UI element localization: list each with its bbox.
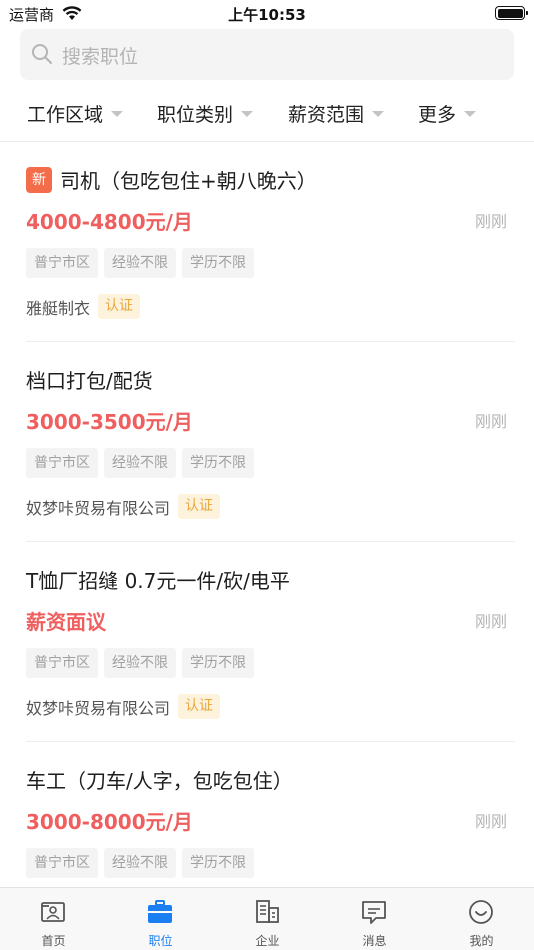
job-company: 奴梦咔贸易有限公司 认证 [26,494,221,519]
job-title-text: 车工（刀车/人字，包吃包住） [26,769,293,793]
tab-profile[interactable]: 我的 [428,888,534,950]
profile-icon [469,900,493,924]
job-salary: 薪资面议 [26,610,106,634]
new-badge: 新 [26,166,52,193]
job-tags: 普宁市区 经验不限 学历不限 [26,248,260,278]
job-salary: 4000-4800元/月 [26,210,193,234]
job-salary: 3000-8000元/月 [26,810,193,834]
job-title-text: 档口打包/配货 [26,369,153,393]
status-bar: 运营商 上午10:53 [0,0,534,28]
company-name: 奴梦咔贸易有限公司 [26,498,171,518]
briefcase-icon [148,900,172,923]
job-posted-time: 刚刚 [474,412,507,431]
tab-label: 首页 [41,934,66,948]
company-name: 雅艇制衣 [26,298,91,318]
tab-label: 企业 [255,934,280,948]
tab-label: 我的 [469,934,494,948]
job-tag-education: 学历不限 [182,648,254,678]
job-tags: 普宁市区 经验不限 学历不限 [26,848,260,878]
job-tags: 普宁市区 经验不限 学历不限 [26,448,260,478]
tab-label: 消息 [362,934,387,948]
job-title: 档口打包/配货 [26,365,153,394]
filter-salary-range[interactable]: 薪资范围 [288,100,385,127]
tab-bar: 首页 职位 企业 消息 我的 [0,887,534,950]
filter-more[interactable]: 更多 [418,100,477,127]
job-tag-experience: 经验不限 [104,848,176,878]
job-tag-location: 普宁市区 [26,248,98,278]
caret-down-icon [372,110,385,117]
job-company: 奴梦咔贸易有限公司 认证 [26,694,221,719]
message-icon [362,901,386,924]
caret-down-icon [464,110,477,117]
job-title: 新 司机（包吃包住+朝八晚六） [26,165,317,194]
job-title: T恤厂招缝 0.7元一件/砍/电平 [26,565,290,594]
verified-badge: 认证 [178,694,221,719]
filter-work-area[interactable]: 工作区域 [27,100,124,127]
job-title-text: 司机（包吃包住+朝八晚六） [60,169,317,193]
job-tag-location: 普宁市区 [26,448,98,478]
job-card[interactable]: 新 司机（包吃包住+朝八晚六） 4000-4800元/月 刚刚 普宁市区 经验不… [26,142,515,342]
job-salary: 3000-3500元/月 [26,410,193,434]
job-tag-education: 学历不限 [182,848,254,878]
job-tag-location: 普宁市区 [26,648,98,678]
job-tag-experience: 经验不限 [104,648,176,678]
job-posted-time: 刚刚 [474,612,507,631]
filter-label: 更多 [418,104,457,126]
job-tags: 普宁市区 经验不限 学历不限 [26,648,260,678]
job-title-text: T恤厂招缝 0.7元一件/砍/电平 [26,569,290,593]
job-tag-experience: 经验不限 [104,248,176,278]
verified-badge: 认证 [178,494,221,519]
tab-home[interactable]: 首页 [0,888,107,950]
search-placeholder: 搜索职位 [62,46,139,68]
caret-down-icon [241,110,254,117]
caret-down-icon [111,110,124,117]
job-card[interactable]: T恤厂招缝 0.7元一件/砍/电平 薪资面议 刚刚 普宁市区 经验不限 学历不限… [26,542,515,742]
job-list: 新 司机（包吃包住+朝八晚六） 4000-4800元/月 刚刚 普宁市区 经验不… [0,142,534,942]
filter-job-category[interactable]: 职位类别 [157,100,254,127]
tab-companies[interactable]: 企业 [214,888,321,950]
verified-badge: 认证 [98,294,141,319]
job-tag-experience: 经验不限 [104,448,176,478]
search-input[interactable]: 搜索职位 [20,29,514,80]
home-icon [41,902,65,922]
job-tag-education: 学历不限 [182,248,254,278]
job-posted-time: 刚刚 [474,212,507,231]
tab-messages[interactable]: 消息 [321,888,428,950]
job-tag-education: 学历不限 [182,448,254,478]
filter-label: 薪资范围 [288,104,365,126]
status-time: 上午10:53 [228,6,306,24]
job-tag-location: 普宁市区 [26,848,98,878]
job-card[interactable]: 档口打包/配货 3000-3500元/月 刚刚 普宁市区 经验不限 学历不限 奴… [26,342,515,542]
filter-label: 工作区域 [27,104,104,126]
filter-label: 职位类别 [157,104,234,126]
job-title: 车工（刀车/人字，包吃包住） [26,765,293,794]
search-icon [32,44,52,64]
building-icon [256,900,279,923]
filter-bar: 工作区域 职位类别 薪资范围 更多 [0,92,534,134]
battery-icon [495,6,528,20]
job-posted-time: 刚刚 [474,812,507,831]
job-company: 雅艇制衣 认证 [26,294,141,319]
tab-jobs[interactable]: 职位 [107,888,214,950]
company-name: 奴梦咔贸易有限公司 [26,698,171,718]
tab-label: 职位 [148,934,173,948]
